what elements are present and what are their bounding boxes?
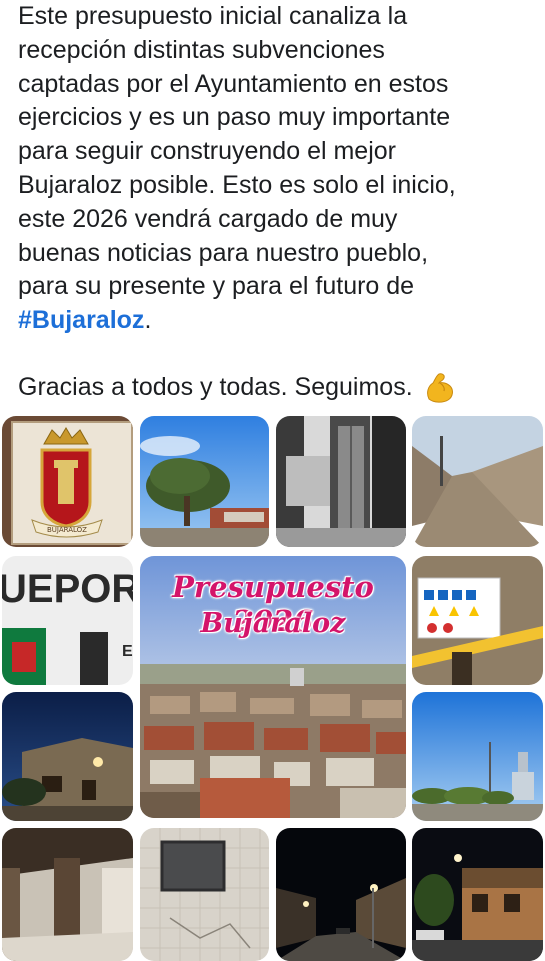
photo-budget-2026-aerial[interactable]: Presupuesto 2026 Bujaraloz (140, 556, 406, 818)
crest-ribbon-text: BUJARALOZ (47, 526, 87, 534)
photo-pine-tree[interactable] (140, 416, 269, 547)
thanks-line: Gracias a todos y todas. Seguimos. (18, 371, 533, 405)
flexed-biceps-icon (423, 371, 457, 405)
photo-crest-plaque[interactable]: BUJARALOZ (2, 416, 133, 547)
photo-manhole-cover[interactable] (140, 828, 269, 961)
post-text: Este presupuesto inicial canaliza la rec… (18, 0, 533, 405)
photo-construction-sign[interactable] (412, 556, 543, 685)
photo-water-tower[interactable] (412, 692, 543, 821)
photo-collage[interactable]: BUJARALOZ UEPOR E Presupuesto 2026 Bujar… (0, 414, 545, 961)
post-line: recepción distintas subvenciones (18, 35, 385, 64)
post-line: este 2026 vendrá cargado de muy (18, 204, 398, 233)
photo-black-white-street[interactable] (276, 416, 406, 547)
post-line: Bujaraloz posible. Esto es solo el inici… (18, 170, 456, 199)
photo-night-corner[interactable] (412, 828, 543, 961)
sign-text: UEPOR (2, 567, 133, 611)
photo-dirt-road-wall[interactable] (412, 416, 543, 547)
photo-night-house[interactable] (2, 692, 133, 821)
hashtag-line: #Bujaraloz. (18, 304, 533, 338)
photo-night-street[interactable] (276, 828, 406, 961)
post-line: buenas noticias para nuestro pueblo, (18, 238, 429, 267)
hashtag-link[interactable]: #Bujaraloz (18, 306, 144, 334)
post-line: ejercicios y es un paso muy importante (18, 103, 451, 132)
hashtag-suffix: . (144, 306, 152, 335)
post-line: captadas por el Ayuntamiento en estos (18, 69, 449, 98)
photo-interior-hall[interactable] (2, 828, 133, 961)
collage-subheadline: Bujaraloz (200, 608, 346, 639)
post-line: para seguir construyendo el mejor (18, 137, 396, 166)
sign-letter: E (122, 643, 133, 660)
thanks-text: Gracias a todos y todas. Seguimos. (18, 373, 413, 402)
post-line: para su presente y para el futuro de (18, 272, 415, 301)
photo-sports-building[interactable]: UEPOR E (2, 556, 133, 685)
post-line: Este presupuesto inicial canaliza la (18, 2, 408, 30)
